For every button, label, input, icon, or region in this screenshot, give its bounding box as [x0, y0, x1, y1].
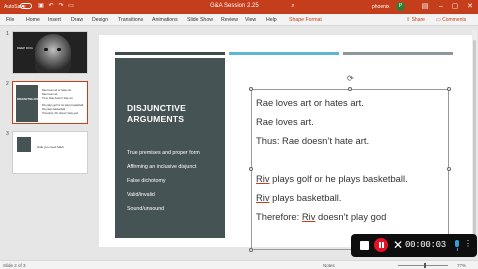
- text-line-1: Rae loves art or hates art.: [256, 97, 364, 108]
- resize-handle[interactable]: [447, 167, 451, 171]
- user-name: phoenix: [372, 4, 390, 10]
- slide-title-line-1: DISJUNCTIVE: [127, 103, 187, 113]
- bullet-item: Sound/unsound: [127, 206, 165, 212]
- status-bar: Slide 2 of 3 Notes 77%: [0, 260, 478, 269]
- thumb2-line: Therefore: Riv doesn't play god: [42, 112, 78, 115]
- microphone-icon[interactable]: [455, 240, 459, 251]
- top-bar-gray: [343, 52, 453, 55]
- tab-view[interactable]: View: [245, 17, 256, 23]
- tab-shape-format[interactable]: Shape Format: [289, 17, 322, 23]
- resize-handle[interactable]: [249, 87, 253, 91]
- bullet-item: Valid/invalid: [127, 192, 155, 198]
- text-line-6: Therefore: Riv doesn’t play god: [256, 211, 386, 222]
- misspelled-word[interactable]: Riv: [302, 211, 316, 222]
- avatar[interactable]: P: [396, 2, 405, 11]
- text-line-6-rest: doesn’t play god: [315, 211, 387, 222]
- tab-draw[interactable]: Draw: [71, 17, 83, 23]
- tab-slide-show[interactable]: Slide Show: [187, 17, 213, 23]
- dog-image: [35, 34, 71, 73]
- text-line-6-pre: Therefore:: [256, 211, 302, 222]
- text-line-4-rest: plays golf or he plays basketball.: [269, 173, 408, 184]
- redo-icon[interactable]: ↷: [58, 3, 64, 9]
- current-slide[interactable]: DISJUNCTIVE ARGUMENTS True premises and …: [99, 35, 472, 252]
- thumb1-title: DEEP DOG: [17, 46, 33, 50]
- selected-text-box[interactable]: [251, 89, 449, 250]
- resize-handle[interactable]: [249, 167, 253, 171]
- thumb2-line: Riv plays golf or he plays basketball.: [42, 104, 84, 107]
- text-line-4: Riv plays golf or he plays basketball.: [256, 173, 408, 184]
- text-line-2: Rae loves art.: [256, 116, 314, 127]
- slide-number-2: 2: [6, 81, 9, 87]
- text-line-3: Thus: Rae doesn’t hate art.: [256, 135, 370, 146]
- tab-design[interactable]: Design: [92, 17, 108, 23]
- text-line-5-rest: plays basketball.: [269, 192, 342, 203]
- zoom-level[interactable]: 77%: [457, 263, 466, 268]
- recording-timer: 00:00:03: [405, 240, 446, 250]
- ribbon-display-icon[interactable]: ▤: [420, 2, 430, 12]
- slide-title: DISJUNCTIVE ARGUMENTS: [127, 103, 186, 125]
- notes-button[interactable]: Notes: [323, 263, 335, 268]
- present-icon[interactable]: ▭: [68, 3, 74, 9]
- stop-icon[interactable]: [360, 241, 369, 250]
- slide-count: Slide 2 of 3: [3, 263, 26, 268]
- resize-handle[interactable]: [447, 87, 451, 91]
- thumb2-line: Rae loves art or hates art.: [42, 89, 72, 92]
- thumb2-panel: [16, 85, 38, 122]
- ribbon-tabs: File Home Insert Draw Design Transitions…: [0, 14, 478, 26]
- close-icon[interactable]: ✕: [465, 2, 475, 12]
- title-panel[interactable]: DISJUNCTIVE ARGUMENTS True premises and …: [115, 58, 225, 238]
- tab-insert[interactable]: Insert: [48, 17, 61, 23]
- document-title: G&A Session 2.25: [210, 3, 259, 9]
- tab-review[interactable]: Review: [221, 17, 238, 23]
- thumb3-panel: [17, 137, 31, 152]
- resize-handle[interactable]: [249, 248, 253, 252]
- scrollbar-thumb[interactable]: [473, 40, 476, 240]
- comments-button[interactable]: ▭ Comments: [436, 16, 474, 24]
- vertical-scrollbar[interactable]: [472, 30, 477, 250]
- save-icon[interactable]: ▣: [38, 3, 44, 9]
- tab-animations[interactable]: Animations: [152, 17, 178, 23]
- zoom-slider-knob[interactable]: [424, 263, 426, 268]
- slide-thumbnail-2[interactable]: DISJUNCTIVE ARGUMENTS Rae loves art or h…: [12, 81, 88, 124]
- share-label: Share: [411, 17, 425, 23]
- top-bar-blue: [229, 52, 339, 55]
- tab-help[interactable]: Help: [266, 17, 277, 23]
- tab-home[interactable]: Home: [26, 17, 40, 23]
- more-icon[interactable]: ⋮: [464, 240, 472, 248]
- tab-transitions[interactable]: Transitions: [118, 17, 143, 23]
- bullet-item: False dichotomy: [127, 178, 166, 184]
- title-bar: AutoSave ▣ ↶ ↷ ▭ G&A Session 2.25 ⌕ phoe…: [0, 0, 478, 14]
- thumb2-line: Thus: Rae doesn't hate art.: [42, 97, 74, 100]
- text-line-5: Riv plays basketball.: [256, 192, 341, 203]
- slide-number-3: 3: [6, 131, 9, 137]
- resize-handle[interactable]: [348, 87, 352, 91]
- comments-label: Comments: [442, 17, 467, 23]
- undo-icon[interactable]: ↶: [48, 3, 54, 9]
- rotate-handle-icon[interactable]: ⟳: [347, 75, 354, 83]
- cancel-icon[interactable]: ✕: [393, 238, 403, 252]
- thumb3-text: Hide you need Mark: [37, 145, 64, 149]
- autosave-toggle[interactable]: [20, 3, 32, 9]
- misspelled-word[interactable]: Riv: [256, 173, 270, 184]
- thumb2-line: Rae loves art.: [42, 93, 59, 96]
- bullet-item: Affirming an inclusive disjunct: [127, 164, 197, 170]
- maximize-icon[interactable]: ▢: [450, 2, 460, 12]
- recording-toolbar: ✕ 00:00:03 ⋮: [351, 234, 477, 257]
- bullet-item: True premises and proper form: [127, 150, 200, 156]
- thumb2-line: Riv plays basketball.: [42, 108, 66, 111]
- misspelled-word[interactable]: Riv: [256, 192, 270, 203]
- slide-thumbnail-3[interactable]: Hide you need Mark: [12, 131, 88, 174]
- slide-title-line-2: ARGUMENTS: [127, 114, 185, 124]
- zoom-slider[interactable]: [398, 265, 448, 266]
- slide-thumbnail-1[interactable]: DEEP DOG: [12, 31, 88, 74]
- pause-record-icon[interactable]: [374, 238, 388, 252]
- share-button[interactable]: ⇪ Share: [406, 16, 434, 24]
- slide-thumbnail-pane: 1 DEEP DOG 2 DISJUNCTIVE ARGUMENTS Rae l…: [0, 27, 94, 260]
- tab-file[interactable]: File: [6, 17, 14, 23]
- search-icon[interactable]: ⌕: [290, 3, 296, 9]
- top-bar-dark: [115, 52, 225, 55]
- minimize-icon[interactable]: –: [436, 2, 446, 12]
- slide-number-1: 1: [6, 31, 9, 37]
- slide-canvas: DISJUNCTIVE ARGUMENTS True premises and …: [94, 27, 478, 260]
